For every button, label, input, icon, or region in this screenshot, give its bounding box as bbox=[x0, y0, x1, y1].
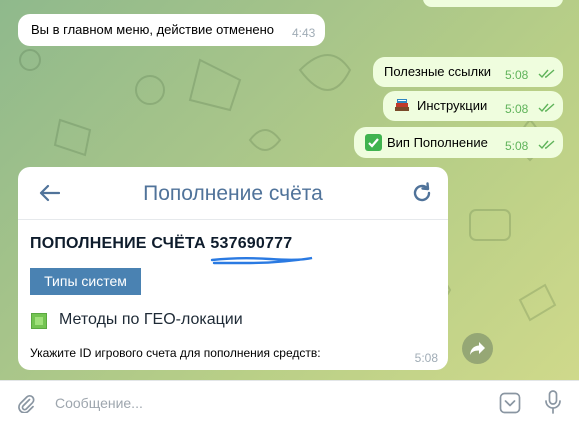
geo-checkbox-icon[interactable] bbox=[31, 313, 47, 329]
message-time: 5:08 bbox=[505, 102, 529, 116]
books-icon bbox=[394, 97, 410, 113]
message-input-bar: Сообщение... bbox=[0, 380, 579, 424]
refresh-icon[interactable] bbox=[410, 181, 434, 205]
message-text: Вип Пополнение bbox=[387, 135, 488, 150]
message-input[interactable]: Сообщение... bbox=[55, 395, 143, 411]
message-time: 4:43 bbox=[292, 26, 316, 40]
message-text: Инструкции bbox=[417, 98, 488, 113]
bot-keyboard-icon[interactable] bbox=[499, 392, 521, 414]
message-text: Полезные ссылки bbox=[384, 64, 492, 79]
card-title: Пополнение счёта bbox=[143, 182, 323, 205]
check-mark-emoji-icon bbox=[365, 134, 382, 151]
deposit-card-message: Пополнение счёта ПОПОЛНЕНИЕ СЧЁТА 537690… bbox=[18, 167, 448, 370]
message-time: 5:08 bbox=[414, 351, 438, 365]
account-id: 537690777 bbox=[210, 235, 293, 252]
message-time: 5:08 bbox=[505, 139, 529, 153]
message-text: Вы в главном меню, действие отменено bbox=[31, 22, 275, 37]
system-types-button[interactable]: Типы систем bbox=[30, 268, 141, 295]
chat-area: Вы в главном меню, действие отменено 4:4… bbox=[0, 0, 579, 380]
geo-methods-label[interactable]: Методы по ГЕО-локации bbox=[59, 311, 243, 329]
account-id-prompt: Укажите ID игрового счета для пополнения… bbox=[30, 346, 321, 360]
outgoing-message: Вип Пополнение 5:08 bbox=[354, 127, 563, 158]
read-checkmarks-icon bbox=[538, 140, 555, 150]
incoming-message: Вы в главном меню, действие отменено 4:4… bbox=[18, 14, 325, 46]
attach-paperclip-icon[interactable] bbox=[16, 393, 36, 413]
outgoing-message-partial bbox=[423, 0, 563, 7]
account-heading: ПОПОЛНЕНИЕ СЧЁТА 537690777 bbox=[30, 235, 292, 253]
microphone-icon[interactable] bbox=[544, 390, 562, 414]
share-arrow-icon bbox=[470, 342, 485, 355]
handwritten-underline bbox=[210, 256, 313, 265]
message-time: 5:08 bbox=[505, 68, 529, 82]
forward-button[interactable] bbox=[462, 333, 493, 364]
outgoing-message: Инструкции 5:08 bbox=[383, 91, 563, 121]
card-header: Пополнение счёта bbox=[18, 167, 448, 220]
heading-prefix: ПОПОЛНЕНИЕ СЧЁТА bbox=[30, 235, 206, 252]
outgoing-message: Полезные ссылки 5:08 bbox=[373, 57, 563, 87]
read-checkmarks-icon bbox=[538, 69, 555, 79]
read-checkmarks-icon bbox=[538, 103, 555, 113]
